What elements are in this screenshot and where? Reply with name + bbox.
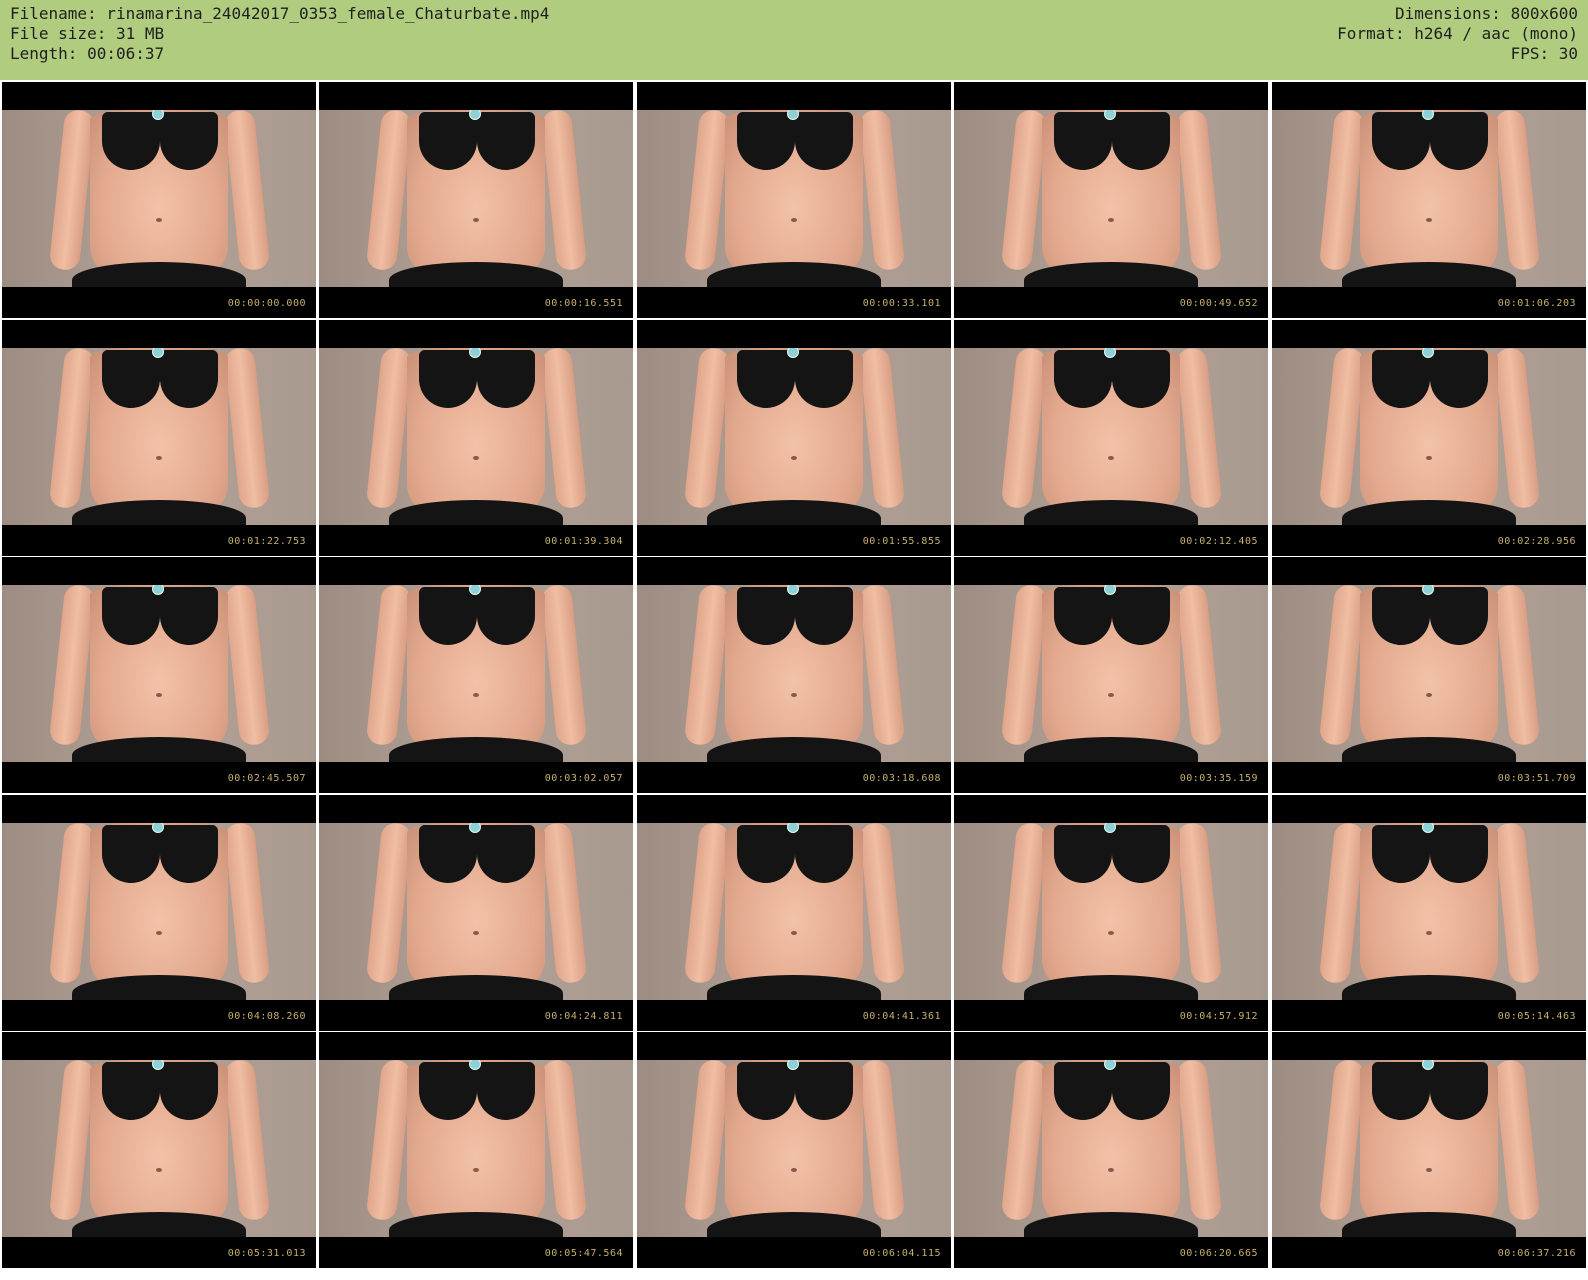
timestamp-label: 00:03:18.608 bbox=[862, 773, 941, 784]
info-header: Filename: rinamarina_24042017_0353_femal… bbox=[0, 0, 1588, 80]
timestamp-label: 00:00:00.000 bbox=[227, 298, 306, 309]
video-thumbnail[interactable]: 00:02:12.405 bbox=[954, 320, 1268, 556]
filesize-text: File size: 31 MB bbox=[10, 24, 165, 43]
timestamp-label: 00:04:57.912 bbox=[1179, 1011, 1258, 1022]
timestamp-label: 00:02:28.956 bbox=[1497, 536, 1576, 547]
timestamp-label: 00:06:20.665 bbox=[1179, 1248, 1258, 1259]
frame-image bbox=[319, 1060, 633, 1237]
timestamp-label: 00:03:51.709 bbox=[1497, 773, 1576, 784]
length-text: Length: 00:06:37 bbox=[10, 44, 165, 63]
timestamp-label: 00:00:49.652 bbox=[1179, 298, 1258, 309]
timestamp-label: 00:01:06.203 bbox=[1497, 298, 1576, 309]
video-thumbnail[interactable]: 00:03:51.709 bbox=[1272, 557, 1586, 793]
frame-image bbox=[2, 110, 316, 287]
format-text: Format: h264 / aac (mono) bbox=[1337, 24, 1578, 43]
frame-image bbox=[2, 1060, 316, 1237]
timestamp-label: 00:02:45.507 bbox=[227, 773, 306, 784]
video-thumbnail[interactable]: 00:00:00.000 bbox=[2, 82, 316, 318]
timestamp-label: 00:03:02.057 bbox=[544, 773, 623, 784]
video-thumbnail[interactable]: 00:01:22.753 bbox=[2, 320, 316, 556]
timestamp-label: 00:01:39.304 bbox=[544, 536, 623, 547]
header-left: Filename: rinamarina_24042017_0353_femal… bbox=[10, 4, 549, 64]
video-thumbnail[interactable]: 00:05:14.463 bbox=[1272, 795, 1586, 1031]
video-thumbnail[interactable]: 00:03:18.608 bbox=[637, 557, 951, 793]
timestamp-label: 00:04:41.361 bbox=[862, 1011, 941, 1022]
video-thumbnail[interactable]: 00:01:39.304 bbox=[319, 320, 633, 556]
dimensions-text: Dimensions: 800x600 bbox=[1394, 4, 1578, 23]
timestamp-label: 00:05:47.564 bbox=[544, 1248, 623, 1259]
filename-text: Filename: rinamarina_24042017_0353_femal… bbox=[10, 4, 550, 23]
timestamp-label: 00:03:35.159 bbox=[1179, 773, 1258, 784]
frame-image bbox=[637, 348, 951, 525]
fps-text: FPS: 30 bbox=[1510, 44, 1578, 63]
timestamp-label: 00:06:04.115 bbox=[862, 1248, 941, 1259]
video-thumbnail[interactable]: 00:01:55.855 bbox=[637, 320, 951, 556]
video-thumbnail[interactable]: 00:00:16.551 bbox=[319, 82, 633, 318]
frame-image bbox=[1272, 1060, 1586, 1237]
timestamp-label: 00:00:16.551 bbox=[544, 298, 623, 309]
frame-image bbox=[319, 348, 633, 525]
timestamp-label: 00:04:08.260 bbox=[227, 1011, 306, 1022]
frame-image bbox=[1272, 110, 1586, 287]
frame-image bbox=[2, 585, 316, 762]
video-thumbnail[interactable]: 00:01:06.203 bbox=[1272, 82, 1586, 318]
frame-image bbox=[2, 348, 316, 525]
timestamp-label: 00:04:24.811 bbox=[544, 1011, 623, 1022]
frame-image bbox=[2, 823, 316, 1000]
timestamp-label: 00:01:55.855 bbox=[862, 536, 941, 547]
video-thumbnail[interactable]: 00:04:08.260 bbox=[2, 795, 316, 1031]
frame-image bbox=[954, 823, 1268, 1000]
video-thumbnail[interactable]: 00:06:37.216 bbox=[1272, 1032, 1586, 1268]
thumbnail-grid: 00:00:00.000 00:00:16.551 00:00:33.101 00:0… bbox=[0, 80, 1588, 1280]
frame-image bbox=[637, 1060, 951, 1237]
timestamp-label: 00:00:33.101 bbox=[862, 298, 941, 309]
header-right: Dimensions: 800x600 Format: h264 / aac (… bbox=[1337, 4, 1578, 64]
video-thumbnail[interactable]: 00:04:41.361 bbox=[637, 795, 951, 1031]
video-thumbnail[interactable]: 00:03:02.057 bbox=[319, 557, 633, 793]
video-thumbnail[interactable]: 00:02:45.507 bbox=[2, 557, 316, 793]
video-thumbnail[interactable]: 00:03:35.159 bbox=[954, 557, 1268, 793]
video-thumbnail[interactable]: 00:05:31.013 bbox=[2, 1032, 316, 1268]
video-thumbnail[interactable]: 00:02:28.956 bbox=[1272, 320, 1586, 556]
frame-image bbox=[954, 348, 1268, 525]
frame-image bbox=[637, 110, 951, 287]
video-thumbnail[interactable]: 00:00:33.101 bbox=[637, 82, 951, 318]
frame-image bbox=[1272, 823, 1586, 1000]
frame-image bbox=[637, 823, 951, 1000]
frame-image bbox=[954, 585, 1268, 762]
timestamp-label: 00:06:37.216 bbox=[1497, 1248, 1576, 1259]
frame-image bbox=[1272, 348, 1586, 525]
video-thumbnail[interactable]: 00:04:57.912 bbox=[954, 795, 1268, 1031]
frame-image bbox=[1272, 585, 1586, 762]
video-thumbnail[interactable]: 00:06:20.665 bbox=[954, 1032, 1268, 1268]
video-thumbnail[interactable]: 00:00:49.652 bbox=[954, 82, 1268, 318]
frame-image bbox=[954, 110, 1268, 287]
timestamp-label: 00:05:14.463 bbox=[1497, 1011, 1576, 1022]
timestamp-label: 00:05:31.013 bbox=[227, 1248, 306, 1259]
frame-image bbox=[319, 823, 633, 1000]
timestamp-label: 00:01:22.753 bbox=[227, 536, 306, 547]
frame-image bbox=[319, 585, 633, 762]
video-thumbnail[interactable]: 00:06:04.115 bbox=[637, 1032, 951, 1268]
video-thumbnail[interactable]: 00:05:47.564 bbox=[319, 1032, 633, 1268]
frame-image bbox=[954, 1060, 1268, 1237]
video-thumbnail[interactable]: 00:04:24.811 bbox=[319, 795, 633, 1031]
frame-image bbox=[319, 110, 633, 287]
timestamp-label: 00:02:12.405 bbox=[1179, 536, 1258, 547]
frame-image bbox=[637, 585, 951, 762]
